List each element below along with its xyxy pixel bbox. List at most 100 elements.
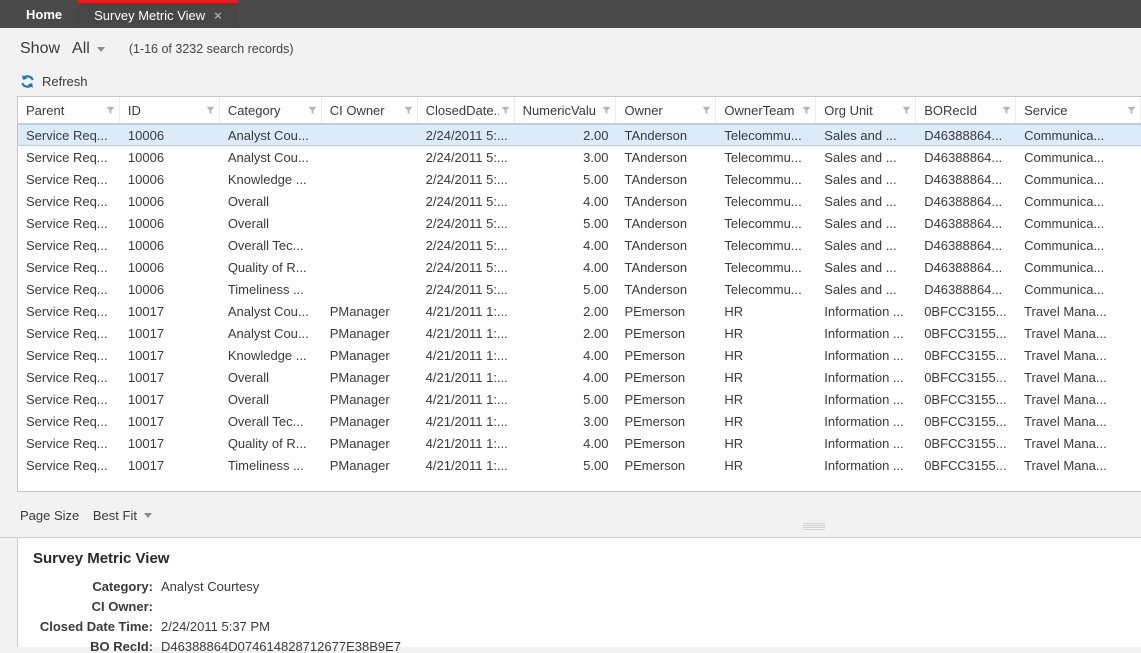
- filter-funnel-icon[interactable]: [501, 106, 510, 115]
- table-row[interactable]: Service Req...10006Knowledge ...2/24/201…: [18, 168, 1141, 190]
- table-row[interactable]: Service Req...10006Analyst Cou...2/24/20…: [18, 124, 1141, 146]
- table-cell: Telecommu...: [716, 124, 816, 146]
- table-cell: Analyst Cou...: [220, 322, 322, 344]
- filter-funnel-icon[interactable]: [404, 106, 413, 115]
- filter-funnel-icon[interactable]: [702, 106, 711, 115]
- table-cell: Travel Mana...: [1016, 432, 1141, 454]
- table-cell: HR: [716, 322, 816, 344]
- table-row[interactable]: Service Req...10006Quality of R...2/24/2…: [18, 256, 1141, 278]
- table-cell: Service Req...: [18, 124, 120, 146]
- table-cell: Communica...: [1016, 234, 1141, 256]
- tab-close-icon[interactable]: ×: [214, 9, 222, 22]
- tab-survey-metric-view[interactable]: Survey Metric View ×: [78, 0, 238, 28]
- table-row[interactable]: Service Req...10017Overall Tec...PManage…: [18, 410, 1141, 432]
- table-cell: Information ...: [816, 344, 916, 366]
- table-cell: 4.00: [515, 190, 617, 212]
- table-row[interactable]: Service Req...10017Analyst Cou...PManage…: [18, 300, 1141, 322]
- tab-home-label: Home: [26, 7, 62, 22]
- table-cell: Overall Tec...: [220, 410, 322, 432]
- table-cell: PManager: [322, 410, 418, 432]
- table-cell: Communica...: [1016, 278, 1141, 300]
- table-row[interactable]: Service Req...10006Overall Tec...2/24/20…: [18, 234, 1141, 256]
- table-row[interactable]: Service Req...10017Knowledge ...PManager…: [18, 344, 1141, 366]
- filter-funnel-icon[interactable]: [308, 106, 317, 115]
- table-cell: HR: [716, 432, 816, 454]
- show-label: Show: [20, 40, 60, 58]
- table-cell: [322, 256, 418, 278]
- filter-funnel-icon[interactable]: [1002, 106, 1011, 115]
- table-row[interactable]: Service Req...10006Timeliness ...2/24/20…: [18, 278, 1141, 300]
- splitter-handle[interactable]: [803, 523, 825, 531]
- table-row[interactable]: Service Req...10017Analyst Cou...PManage…: [18, 322, 1141, 344]
- table-cell: PEmerson: [616, 454, 716, 476]
- table-row[interactable]: Service Req...10006Overall2/24/2011 5:..…: [18, 190, 1141, 212]
- table-cell: [322, 234, 418, 256]
- page-size-dropdown[interactable]: Best Fit: [93, 508, 152, 523]
- column-header[interactable]: BORecId: [916, 97, 1016, 123]
- table-cell: Telecommu...: [716, 234, 816, 256]
- detail-fields: Category: Analyst Courtesy CI Owner: Clo…: [33, 577, 1141, 653]
- table-cell: [322, 124, 418, 146]
- refresh-button[interactable]: Refresh: [20, 74, 88, 89]
- table-row[interactable]: Service Req...10017Quality of R...PManag…: [18, 432, 1141, 454]
- column-header[interactable]: Category: [220, 97, 322, 123]
- table-cell: 4.00: [515, 234, 617, 256]
- table-cell: Telecommu...: [716, 278, 816, 300]
- table-cell: 0BFCC3155...: [916, 432, 1016, 454]
- table-cell: Timeliness ...: [220, 278, 322, 300]
- table-cell: 4/21/2011 1:...: [418, 454, 515, 476]
- column-header[interactable]: OwnerTeam: [716, 97, 816, 123]
- column-header[interactable]: ID: [120, 97, 220, 123]
- table-cell: Knowledge ...: [220, 168, 322, 190]
- detail-field-label: CI Owner:: [33, 597, 153, 617]
- table-cell: 0BFCC3155...: [916, 388, 1016, 410]
- detail-field-label: Category:: [33, 577, 153, 597]
- table-row[interactable]: Service Req...10017OverallPManager4/21/2…: [18, 388, 1141, 410]
- filter-funnel-icon[interactable]: [1127, 106, 1136, 115]
- grid-footer: Page Size Best Fit: [0, 492, 1141, 537]
- table-cell: Analyst Cou...: [220, 146, 322, 168]
- table-cell: [322, 190, 418, 212]
- table-row[interactable]: Service Req...10017OverallPManager4/21/2…: [18, 366, 1141, 388]
- table-cell: 10017: [120, 322, 220, 344]
- filter-funnel-icon[interactable]: [902, 106, 911, 115]
- column-header[interactable]: CI Owner: [322, 97, 418, 123]
- filter-funnel-icon[interactable]: [106, 106, 115, 115]
- table-cell: [322, 168, 418, 190]
- show-dropdown[interactable]: All: [72, 40, 105, 58]
- table-cell: Sales and ...: [816, 278, 916, 300]
- table-cell: Information ...: [816, 366, 916, 388]
- table-cell: 4/21/2011 1:...: [418, 300, 515, 322]
- column-header[interactable]: Owner: [616, 97, 716, 123]
- table-cell: Communica...: [1016, 124, 1141, 146]
- column-header[interactable]: ClosedDate..: [418, 97, 515, 123]
- table-cell: Travel Mana...: [1016, 300, 1141, 322]
- table-cell: 0BFCC3155...: [916, 300, 1016, 322]
- table-cell: HR: [716, 366, 816, 388]
- app-window: Home Survey Metric View × Show All (1-16…: [0, 0, 1141, 647]
- detail-panel-container: Survey Metric View Category: Analyst Cou…: [0, 537, 1141, 647]
- refresh-icon: [20, 74, 35, 89]
- column-header[interactable]: Service: [1016, 97, 1141, 123]
- table-row[interactable]: Service Req...10006Overall2/24/2011 5:..…: [18, 212, 1141, 234]
- filter-funnel-icon[interactable]: [602, 106, 611, 115]
- table-cell: 4/21/2011 1:...: [418, 344, 515, 366]
- table-cell: Information ...: [816, 388, 916, 410]
- table-cell: Overall: [220, 388, 322, 410]
- column-header-label: OwnerTeam: [724, 103, 800, 118]
- table-row[interactable]: Service Req...10017Timeliness ...PManage…: [18, 454, 1141, 476]
- chevron-down-icon: [144, 513, 152, 518]
- table-cell: Service Req...: [18, 278, 120, 300]
- table-cell: Communica...: [1016, 212, 1141, 234]
- tab-home[interactable]: Home: [10, 0, 78, 28]
- column-header[interactable]: NumericValu: [515, 97, 617, 123]
- column-header[interactable]: Org Unit: [816, 97, 916, 123]
- column-header[interactable]: Parent: [18, 97, 120, 123]
- table-cell: 2/24/2011 5:...: [418, 168, 515, 190]
- table-cell: PEmerson: [616, 300, 716, 322]
- filter-funnel-icon[interactable]: [802, 106, 811, 115]
- table-cell: Information ...: [816, 432, 916, 454]
- table-row[interactable]: Service Req...10006Analyst Cou...2/24/20…: [18, 146, 1141, 168]
- table-cell: 5.00: [515, 278, 617, 300]
- filter-funnel-icon[interactable]: [206, 106, 215, 115]
